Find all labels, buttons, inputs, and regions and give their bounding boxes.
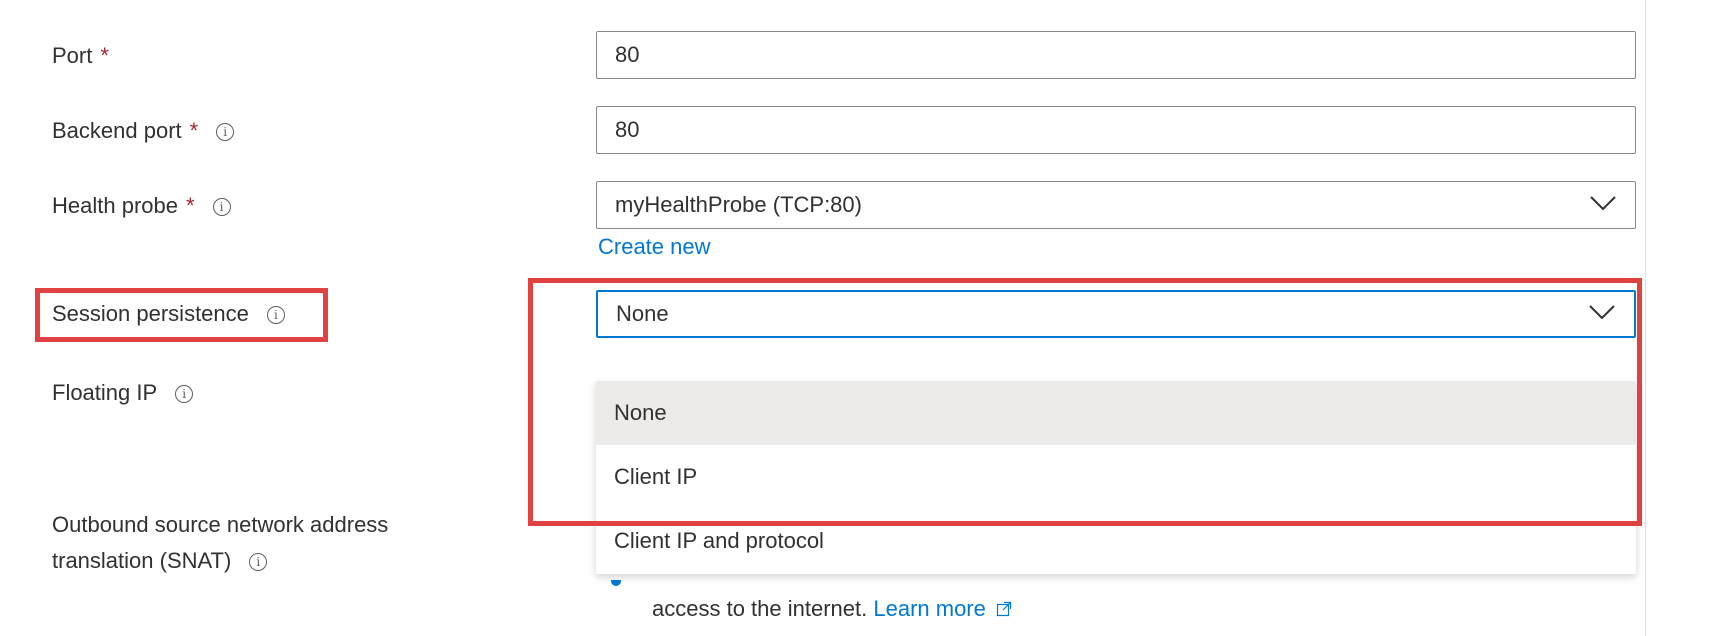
port-label: Port * xyxy=(52,42,109,70)
port-value: 80 xyxy=(615,42,640,67)
session-persistence-options: None Client IP Client IP and protocol xyxy=(596,381,1636,574)
backend-port-label: Backend port * i xyxy=(52,117,235,145)
snat-radio-fragment[interactable] xyxy=(611,580,621,586)
floating-ip-label: Floating IP i xyxy=(52,379,194,407)
panel-right-border xyxy=(1645,0,1646,636)
snat-help: access to the internet. Learn more xyxy=(652,595,1012,623)
session-persistence-value: None xyxy=(616,301,669,326)
backend-port-label-text: Backend port xyxy=(52,118,182,143)
session-persistence-dropdown[interactable]: None xyxy=(596,290,1636,338)
external-link-icon xyxy=(996,601,1012,617)
health-probe-value: myHealthProbe (TCP:80) xyxy=(615,192,862,217)
info-icon[interactable]: i xyxy=(249,553,268,571)
health-probe-label-text: Health probe xyxy=(52,193,178,218)
session-persistence-label-text: Session persistence xyxy=(52,301,249,326)
info-icon[interactable]: i xyxy=(212,198,231,216)
create-new-link[interactable]: Create new xyxy=(598,233,711,261)
chevron-down-icon xyxy=(1590,196,1616,211)
info-icon[interactable]: i xyxy=(266,306,285,324)
snat-label-text: translation (SNAT) xyxy=(52,548,232,573)
port-label-text: Port xyxy=(52,43,93,68)
floating-ip-label-text: Floating IP xyxy=(52,380,158,405)
required-mark: * xyxy=(100,43,109,68)
snat-help-text: access to the internet. xyxy=(652,596,868,621)
backend-port-value: 80 xyxy=(615,117,640,142)
required-mark: * xyxy=(185,193,195,218)
port-input[interactable]: 80 xyxy=(596,31,1636,79)
health-probe-label: Health probe * i xyxy=(52,192,231,220)
chevron-down-icon xyxy=(1589,305,1615,320)
learn-more-text: Learn more xyxy=(873,596,986,621)
learn-more-link[interactable]: Learn more xyxy=(873,596,1012,621)
option-none[interactable]: None xyxy=(596,381,1636,445)
option-client-ip[interactable]: Client IP xyxy=(596,445,1636,509)
required-mark: * xyxy=(189,118,199,143)
info-icon[interactable]: i xyxy=(216,123,235,141)
health-probe-dropdown[interactable]: myHealthProbe (TCP:80) xyxy=(596,181,1636,229)
option-client-ip-and-protocol[interactable]: Client IP and protocol xyxy=(596,509,1636,573)
session-persistence-label: Session persistence i xyxy=(52,300,285,328)
info-icon[interactable]: i xyxy=(175,385,194,403)
snat-label-line2: translation (SNAT) i xyxy=(52,547,268,575)
snat-label-line1: Outbound source network address xyxy=(52,512,389,537)
backend-port-input[interactable]: 80 xyxy=(596,106,1636,154)
